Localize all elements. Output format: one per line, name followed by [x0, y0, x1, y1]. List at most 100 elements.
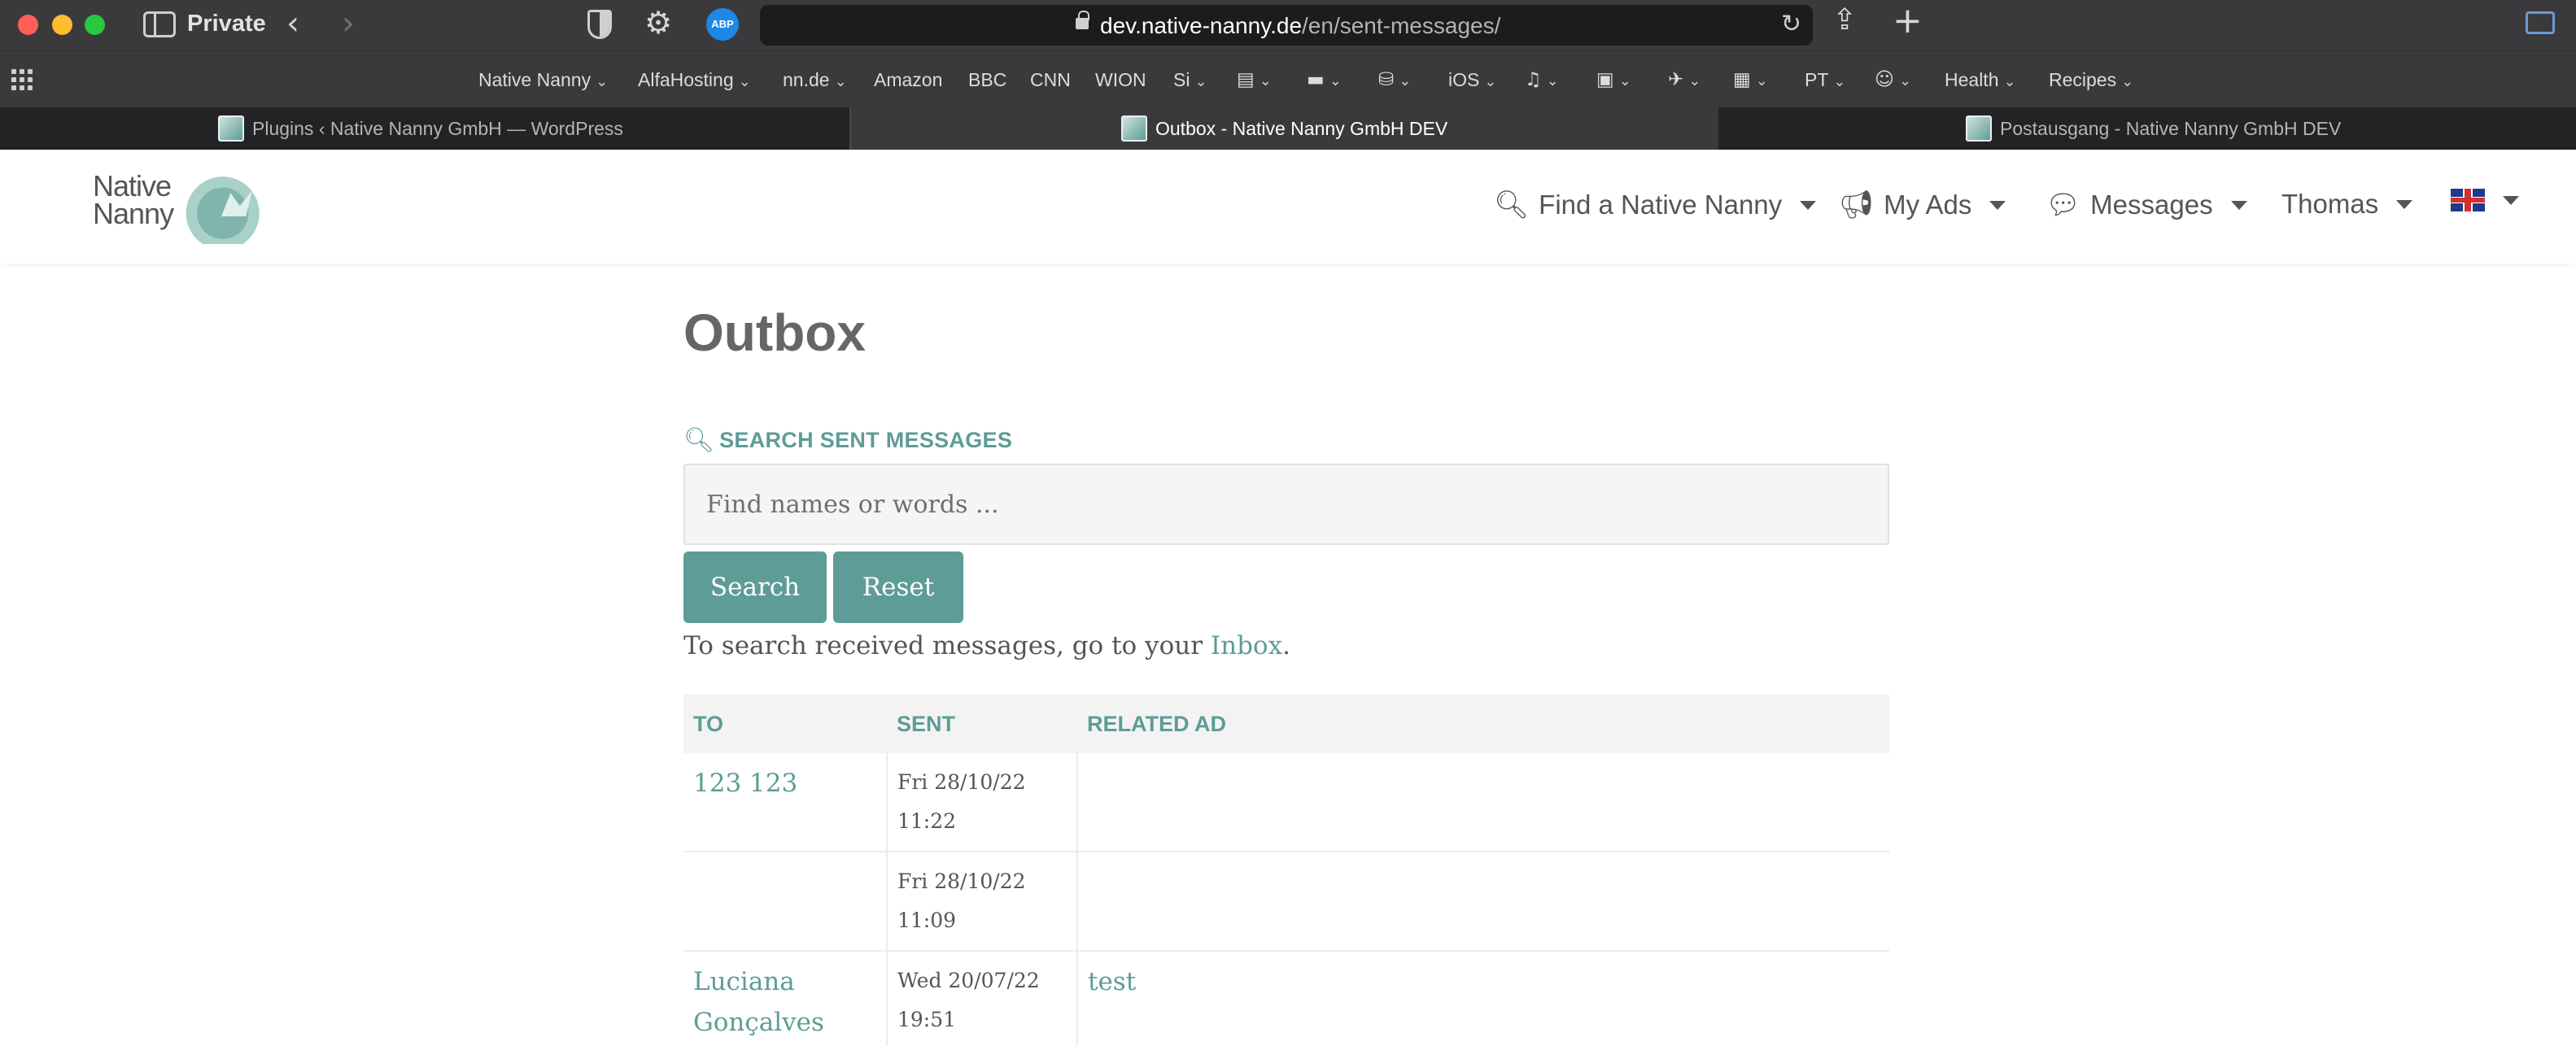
sent-date: Fri 28/10/22 [897, 770, 1026, 794]
reset-button[interactable]: Reset [833, 551, 963, 623]
bookmark-travel-icon[interactable]: ✈ ⌄ [1668, 69, 1701, 90]
bookmark-recipes[interactable]: Recipes ⌄ [2049, 69, 2133, 91]
search-input[interactable] [683, 464, 1889, 545]
bookmark-si[interactable]: Si ⌄ [1173, 69, 1207, 91]
bookmark-german-flag-icon[interactable]: ▬ ⌄ [1307, 69, 1342, 90]
tab-overview-icon[interactable] [2526, 11, 2555, 34]
nav-user-label: Thomas [2281, 189, 2379, 219]
nav-user-menu[interactable]: Thomas [2281, 189, 2413, 220]
chat-icon: 💬︎ [2046, 189, 2081, 221]
nav-ads-label: My Ads [1884, 190, 1972, 220]
reload-icon[interactable]: ↻ [1781, 10, 1801, 38]
favicon-icon [218, 115, 244, 142]
uk-flag-icon [2451, 189, 2485, 211]
nav-language[interactable] [2451, 189, 2519, 211]
nav-messages[interactable]: 💬︎ Messages [2046, 189, 2247, 221]
favicon-icon [1966, 115, 1992, 142]
apps-grid-icon[interactable] [11, 69, 33, 90]
url-text[interactable]: dev.native-nanny.de/en/sent-messages/ [1100, 13, 1500, 39]
cell-to: Luciana Gonçalves [683, 951, 888, 1046]
bookmark-wion[interactable]: WION [1095, 69, 1146, 91]
table-row[interactable]: 123 123 Fri 28/10/22 11:22 [683, 753, 1889, 852]
tab-title: Postausgang - Native Nanny GmbH DEV [2000, 117, 2342, 139]
gear-icon[interactable]: ⚙ [644, 5, 672, 41]
new-tab-plus-icon[interactable]: + [1893, 0, 1923, 41]
nav-find-nanny[interactable]: 🔍︎ Find a Native Nanny [1494, 189, 1817, 221]
help-text: To search received messages, go to your … [683, 631, 1290, 660]
cell-to [683, 852, 888, 952]
page-title: Outbox [683, 303, 866, 362]
cell-to: 123 123 [683, 753, 888, 852]
bookmark-native-nanny[interactable]: Native Nanny ⌄ [478, 69, 608, 91]
bookmark-folder-icon[interactable]: ▤ ⌄ [1237, 69, 1272, 90]
caret-down-icon [2396, 199, 2413, 209]
share-icon[interactable]: ⇪ [1832, 3, 1857, 37]
bookmark-pt[interactable]: PT ⌄ [1805, 69, 1845, 91]
logo-text: Native Nanny [93, 169, 174, 230]
bookmarks-bar: Native Nanny ⌄ AlfaHosting ⌄ nn.de ⌄ Amazon… [0, 50, 2576, 107]
close-window-button[interactable] [18, 15, 38, 35]
recipient-link[interactable]: Luciana Gonçalves [693, 967, 824, 1037]
sent-time: 11:22 [897, 809, 957, 833]
sent-time: 11:09 [897, 909, 957, 932]
cell-sent: Fri 28/10/22 11:09 [887, 852, 1078, 952]
sent-date: Wed 20/07/22 [897, 969, 1040, 992]
tab-plugins[interactable]: Plugins ‹ Native Nanny GmbH — WordPress [0, 107, 851, 150]
tab-postausgang[interactable]: Postausgang - Native Nanny GmbH DEV [1718, 107, 2576, 150]
bookmark-cnn[interactable]: CNN [1030, 69, 1071, 91]
nav-my-ads[interactable]: 📢︎ My Ads [1839, 189, 2006, 221]
sent-date: Fri 28/10/22 [897, 869, 1026, 893]
bookmark-amazon[interactable]: Amazon [874, 69, 942, 91]
shield-icon[interactable] [587, 10, 612, 39]
table-row[interactable]: Luciana Gonçalves Wed 20/07/22 19:51 test [683, 951, 1889, 1046]
table-row[interactable]: Fri 28/10/22 11:09 [683, 852, 1889, 952]
url-domain: dev.native-nanny.de [1100, 13, 1303, 38]
fullscreen-window-button[interactable] [85, 15, 105, 35]
nav-find-label: Find a Native Nanny [1539, 190, 1783, 220]
logo-mark-icon [184, 176, 270, 244]
search-heading-label: SEARCH SENT MESSAGES [719, 428, 1013, 452]
cell-sent: Fri 28/10/22 11:22 [887, 753, 1078, 852]
caret-down-icon [2230, 200, 2247, 210]
site-header: Native Nanny 🔍︎ Find a Native Nanny 📢︎ My… [0, 150, 2576, 264]
bookmark-building-icon[interactable]: ▦ ⌄ [1733, 69, 1768, 90]
column-header-related-ad[interactable]: RELATED AD [1077, 695, 1889, 753]
bookmark-alfahosting[interactable]: AlfaHosting ⌄ [638, 69, 751, 91]
bookmark-ios[interactable]: iOS ⌄ [1448, 69, 1496, 91]
address-bar[interactable]: dev.native-nanny.de/en/sent-messages/ ↻ [760, 5, 1813, 46]
bookmark-health[interactable]: Health ⌄ [1945, 69, 2016, 91]
bookmark-bbc[interactable]: BBC [968, 69, 1006, 91]
bookmark-media-icon[interactable]: ▣ ⌄ [1596, 69, 1631, 90]
search-heading: 🔍︎ SEARCH SENT MESSAGES [683, 426, 1012, 455]
cell-sent: Wed 20/07/22 19:51 [887, 951, 1078, 1046]
caret-down-icon [1989, 200, 2006, 210]
cell-related-ad [1077, 753, 1889, 852]
sidebar-icon[interactable] [143, 11, 176, 37]
browser-toolbar: Private ‹ › ⚙ ABP dev.native-nanny.de/en… [0, 0, 2576, 50]
site-logo[interactable]: Native Nanny [93, 172, 272, 246]
cell-related-ad [1077, 852, 1889, 952]
tab-title: Plugins ‹ Native Nanny GmbH — WordPress [252, 117, 623, 139]
tab-bar: Plugins ‹ Native Nanny GmbH — WordPress … [0, 107, 2576, 150]
bookmark-emoji-icon[interactable]: ☺ ⌄ [1875, 69, 1911, 90]
back-chevron-icon[interactable]: ‹ [286, 5, 299, 42]
bookmark-nn-de[interactable]: nn.de ⌄ [783, 69, 847, 91]
cell-related-ad: test [1077, 951, 1889, 1046]
inbox-link[interactable]: Inbox [1211, 631, 1282, 660]
minimize-window-button[interactable] [52, 15, 72, 35]
recipient-link[interactable]: 123 123 [693, 769, 797, 798]
search-icon: 🔍︎ [683, 426, 715, 455]
forward-chevron-icon[interactable]: › [342, 5, 355, 42]
bookmark-network-icon[interactable]: ⛁ ⌄ [1378, 69, 1411, 90]
favicon-icon [1121, 115, 1147, 142]
search-button[interactable]: Search [683, 551, 827, 623]
lock-icon [1076, 11, 1089, 29]
related-ad-link[interactable]: test [1088, 967, 1136, 996]
column-header-sent[interactable]: SENT [887, 695, 1077, 753]
nav-messages-label: Messages [2090, 190, 2213, 220]
abp-icon[interactable]: ABP [706, 8, 739, 41]
bookmark-music-icon[interactable]: ♫ ⌄ [1525, 69, 1559, 90]
url-path: /en/sent-messages/ [1302, 13, 1501, 38]
tab-outbox[interactable]: Outbox - Native Nanny GmbH DEV [851, 107, 1718, 150]
column-header-to[interactable]: TO [683, 695, 887, 753]
